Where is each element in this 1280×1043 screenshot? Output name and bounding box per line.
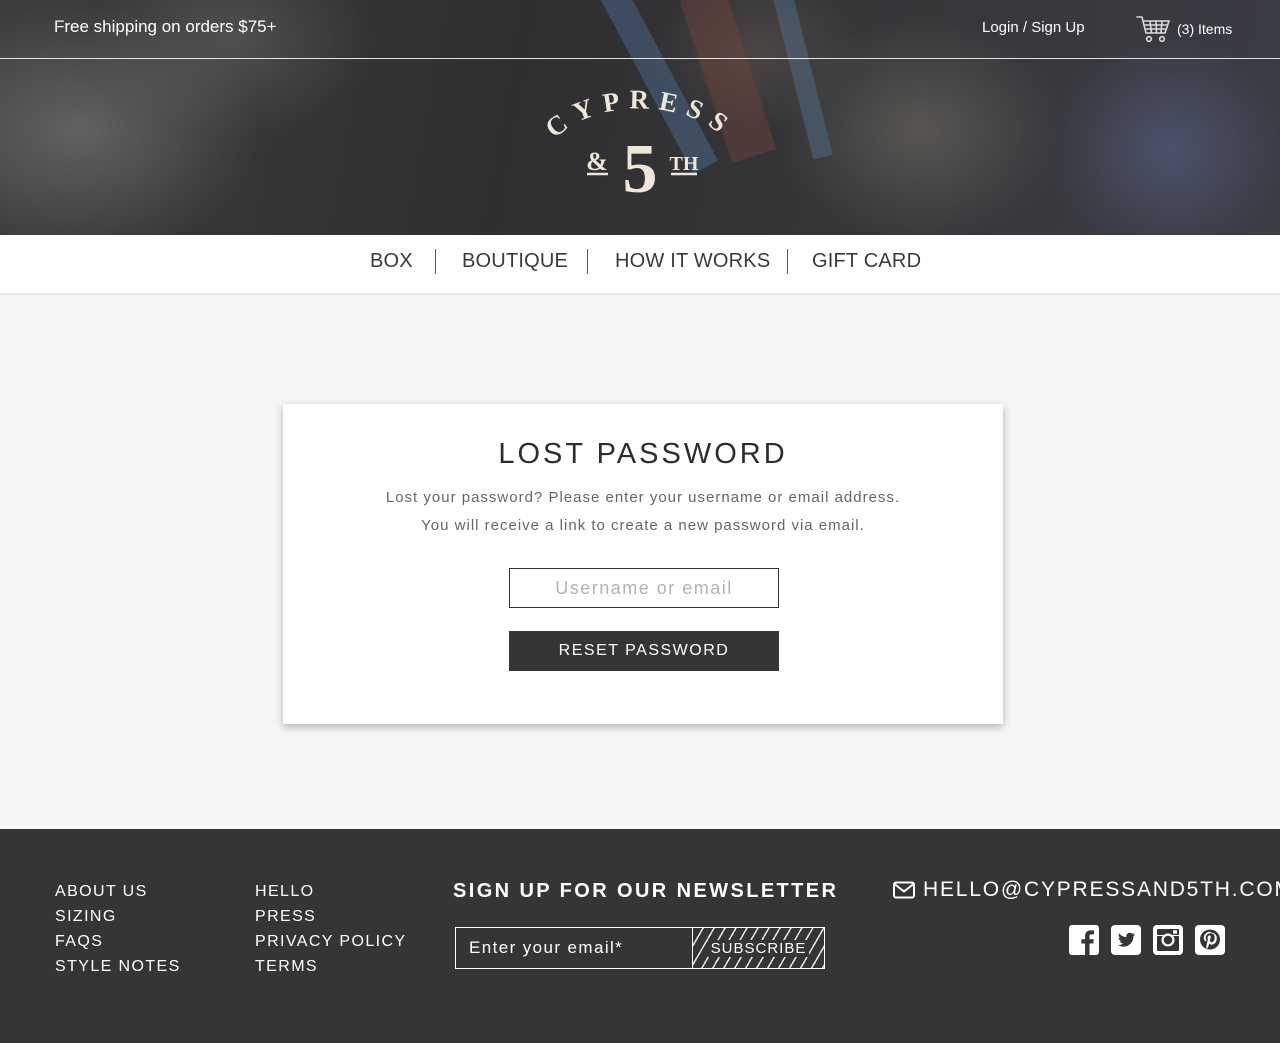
svg-text:5: 5 — [623, 131, 658, 205]
instructions-line-2: You will receive a link to create a new … — [421, 517, 865, 534]
footer-link-hello[interactable]: HELLO — [255, 879, 407, 904]
cart-item-count: (3) Items — [1177, 21, 1233, 37]
subscribe-button[interactable]: SUBSCRIBE — [692, 928, 824, 968]
subscribe-label: SUBSCRIBE — [707, 939, 810, 957]
cypress-and-5th-logo[interactable]: CYPRESS & 5 TH — [530, 90, 750, 205]
nav-divider — [435, 249, 436, 274]
newsletter-heading: SIGN UP FOR OUR NEWSLETTER — [453, 880, 839, 902]
login-signup-link[interactable]: Login / Sign Up — [982, 19, 1085, 36]
nav-divider — [587, 249, 588, 274]
nav-divider — [787, 249, 788, 274]
pinterest-icon[interactable] — [1195, 925, 1225, 955]
top-bar: Free shipping on orders $75+ Login / Sig… — [0, 0, 1280, 59]
footer-link-about-us[interactable]: ABOUT US — [55, 879, 181, 904]
contact-email: HELLO@CYPRESSAND5TH.COM — [923, 878, 1280, 901]
username-or-email-input[interactable] — [509, 568, 779, 608]
lost-password-card: LOST PASSWORD Lost your password? Please… — [283, 404, 1003, 724]
newsletter-email-input[interactable] — [456, 928, 692, 968]
main-nav: BOX BOUTIQUE HOW IT WORKS GIFT CARD — [0, 235, 1280, 293]
svg-text:TH: TH — [670, 153, 699, 175]
hero-banner: Free shipping on orders $75+ Login / Sig… — [0, 0, 1280, 235]
contact-email-link[interactable]: HELLO@CYPRESSAND5TH.COM — [893, 878, 1280, 902]
social-links — [1069, 925, 1237, 955]
svg-text:&: & — [586, 147, 608, 176]
footer: ABOUT US SIZING FAQS STYLE NOTES HELLO P… — [0, 829, 1280, 1043]
twitter-icon[interactable] — [1111, 925, 1141, 955]
nav-item-how-it-works[interactable]: HOW IT WORKS — [615, 250, 770, 273]
facebook-icon[interactable] — [1069, 925, 1099, 955]
footer-link-style-notes[interactable]: STYLE NOTES — [55, 954, 181, 979]
envelope-icon — [893, 881, 915, 899]
free-shipping-promo: Free shipping on orders $75+ — [54, 17, 277, 36]
page-title: LOST PASSWORD — [498, 438, 788, 470]
cart-link[interactable]: (3) Items — [1136, 14, 1232, 44]
reset-password-button[interactable]: RESET PASSWORD — [509, 631, 779, 671]
cart-icon — [1136, 16, 1170, 43]
instagram-icon[interactable] — [1153, 925, 1183, 955]
footer-links-column-1: ABOUT US SIZING FAQS STYLE NOTES — [55, 879, 181, 979]
footer-links-column-2: HELLO PRESS PRIVACY POLICY TERMS — [255, 879, 407, 979]
instructions-line-1: Lost your password? Please enter your us… — [385, 489, 901, 506]
nav-item-boutique[interactable]: BOUTIQUE — [462, 250, 568, 273]
footer-link-terms[interactable]: TERMS — [255, 954, 407, 979]
nav-item-gift-card[interactable]: GIFT CARD — [812, 250, 921, 273]
footer-link-privacy-policy[interactable]: PRIVACY POLICY — [255, 929, 407, 954]
newsletter-form: SUBSCRIBE — [455, 927, 825, 969]
footer-link-press[interactable]: PRESS — [255, 904, 407, 929]
footer-link-faqs[interactable]: FAQS — [55, 929, 181, 954]
nav-item-box[interactable]: BOX — [370, 250, 413, 273]
footer-link-sizing[interactable]: SIZING — [55, 904, 181, 929]
